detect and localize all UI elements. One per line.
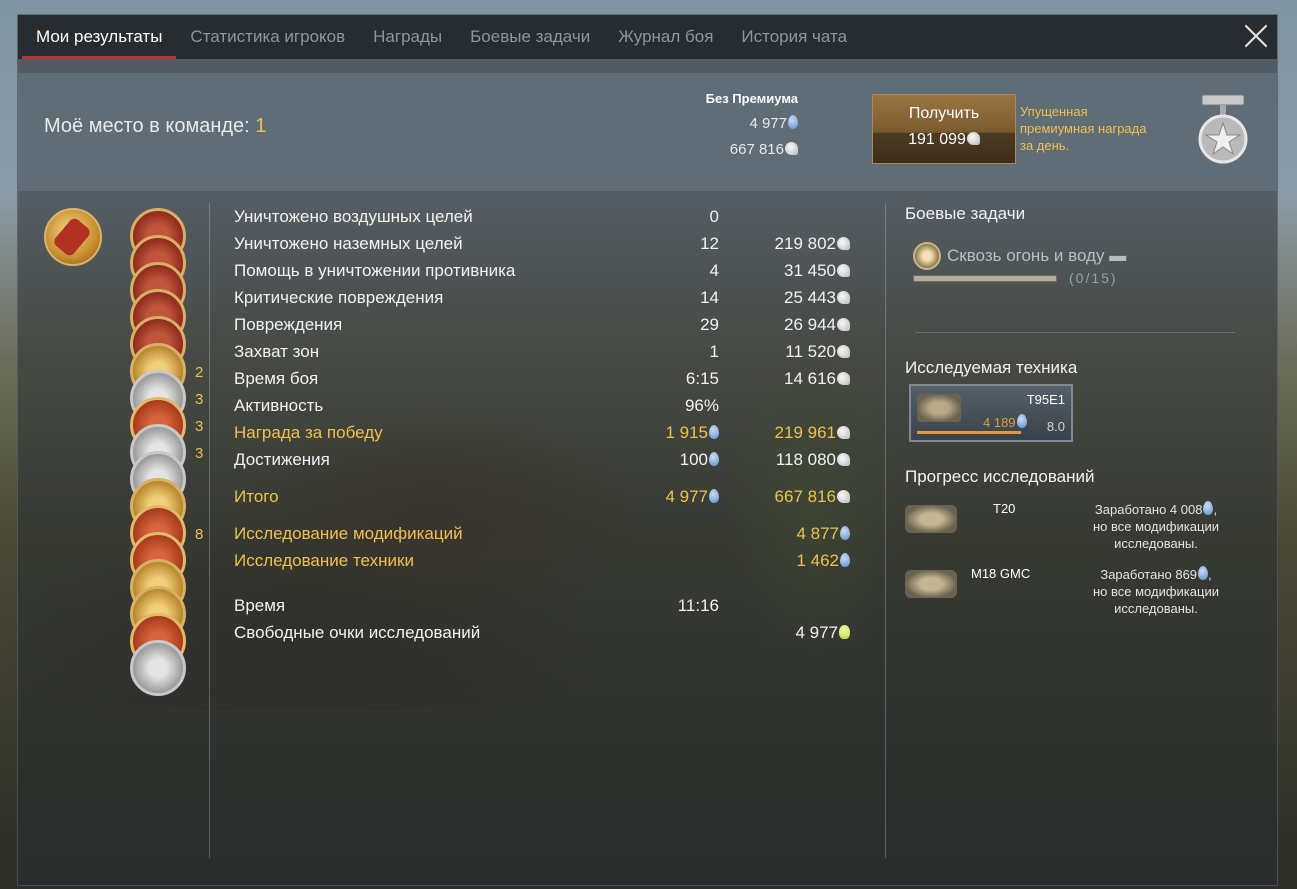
research-modifications-row: Исследование модификаций 4 877 [234,521,864,548]
research-points-icon [788,115,798,129]
progress-vehicle-name: M18 GMC [971,566,1031,581]
battle-tasks-title: Боевые задачи [905,204,1026,223]
team-place-label: Моё место в команде: [44,115,250,137]
tab-rewards[interactable]: Награды [359,15,456,59]
silver-lions-icon [837,453,850,466]
achievement-count: 3 [195,391,204,408]
stat-row: Активность 96% [234,396,719,415]
right-panel: Боевые задачи Сквозь огонь и воду ▬ (0/1… [905,204,1245,616]
stat-row: Время боя 6:15 14 616 [234,366,864,393]
divider [885,203,886,858]
vehicle-br: 8.0 [1046,419,1065,434]
task-progress-bar [913,275,1057,282]
achievement-count: 3 [195,418,204,435]
tab-my-results[interactable]: Мои результаты [22,15,177,59]
get-button-label: Получить [908,105,980,122]
silver-lions-icon [837,372,850,385]
research-points-icon [840,553,850,567]
researched-vehicle-title: Исследуемая техника [905,358,1078,377]
tab-battle-tasks[interactable]: Боевые задачи [456,15,604,59]
vehicle-rp: 4 189 [983,414,1027,430]
research-points-icon [1198,566,1209,580]
silver-lions-icon [837,291,850,304]
research-vehicle-row: Исследование техники 1 462 [234,548,864,575]
silver-lions-icon [837,264,850,277]
progress-note: Заработано 869, но все модификации иссле… [1093,566,1219,616]
stat-row: Критические повреждения 14 25 443 [234,285,864,312]
silver-lions-icon [837,490,850,503]
research-points-icon [709,425,719,439]
vehicle-name: T95E1 [1026,392,1065,407]
divider [915,332,1235,333]
research-points-icon [840,526,850,540]
no-premium-header: Без Премиума [705,91,798,106]
achievement-count: 8 [195,526,204,543]
time-row: Время 11:16 [234,596,719,615]
get-button-value: 191 099 [873,131,1015,149]
task-count: (0/15) [1069,270,1118,286]
medal-icon[interactable] [1198,93,1248,165]
achievement-count: 2 [195,364,204,381]
stat-row: Повреждения 29 26 944 [234,312,864,339]
missed-reward-text: Упущенная премиумная награда за день. [1020,104,1147,153]
stats-table: Уничтожено воздушных целей 0 Уничтожено … [234,204,864,647]
tank-icon [917,394,961,422]
tank-icon [905,505,957,533]
tab-bar: Мои результаты Статистика игроков Наград… [18,15,1277,59]
stat-row: Помощь в уничтожении противника 4 31 450 [234,258,864,285]
progress-note: Заработано 4 008, но все модификации исс… [1093,501,1219,551]
no-premium-sl: 667 816 [608,141,798,158]
tab-battle-log[interactable]: Журнал боя [604,15,727,59]
stat-row-victory-reward: Награда за победу 1 915 219 961 [234,420,864,447]
silver-lions-icon [837,345,850,358]
stat-row: Уничтожено воздушных целей 0 [234,207,719,226]
research-progress-title: Прогресс исследований [905,467,1095,486]
vehicle-avatar[interactable] [44,208,102,266]
research-points-icon [709,489,719,503]
tank-icon [905,570,957,598]
team-place: Моё место в команде: 1 [44,115,266,138]
silver-lions-icon [785,142,798,155]
close-icon[interactable] [1243,23,1269,49]
team-place-value: 1 [255,115,267,137]
silver-lions-icon [837,426,850,439]
progress-vehicle-name: T20 [993,501,1016,516]
silver-lions-icon [966,132,980,145]
task-name: Сквозь огонь и воду ▬ [947,246,1127,265]
divider [209,203,210,858]
achievement-badge[interactable] [130,640,186,696]
get-premium-reward-button[interactable]: Получить 191 099 [872,94,1016,164]
stat-row: Захват зон 1 11 520 [234,339,864,366]
silver-lions-icon [837,318,850,331]
stat-row: Уничтожено наземных целей 12 219 802 [234,231,864,258]
battle-results-window: Мои результаты Статистика игроков Наград… [17,14,1278,886]
no-premium-column: Без Премиума 4 977 667 816 [608,91,798,158]
total-row: Итого 4 977 667 816 [234,484,864,511]
task-star-icon [913,242,941,270]
researched-vehicle-card[interactable]: T95E1 4 189 8.0 [909,384,1073,442]
tank-icon: ▬ [1109,246,1127,265]
research-points-icon [709,452,719,466]
no-premium-rp: 4 977 [608,115,798,132]
stat-row: Достижения 100 118 080 [234,447,864,474]
battle-task[interactable]: Сквозь огонь и воду ▬ (0/15) [913,242,1213,286]
tab-player-stats[interactable]: Статистика игроков [176,15,359,59]
achievements-column: 2 3 3 3 8 [130,208,210,696]
free-rp-row: Свободные очки исследований 4 977 [234,620,864,647]
research-points-icon [1016,414,1027,428]
progress-item[interactable]: M18 GMC Заработано 869, но все модификац… [905,562,1245,622]
progress-item[interactable]: T20 Заработано 4 008, но все модификации… [905,497,1245,557]
research-points-icon [1203,501,1214,515]
silver-lions-icon [837,237,850,250]
vehicle-progress-bar [917,431,1021,434]
achievement-count: 3 [195,445,204,462]
free-research-points-icon [839,625,850,639]
tab-chat-history[interactable]: История чата [727,15,861,59]
